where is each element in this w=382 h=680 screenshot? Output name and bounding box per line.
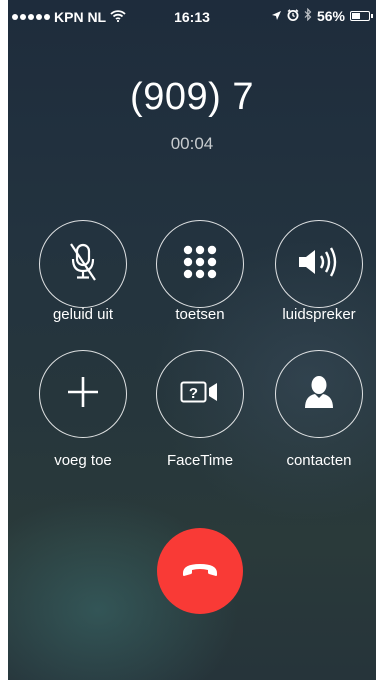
alarm-icon [287,8,299,24]
call-number: (909) 7 [130,76,254,118]
speaker-label: luidspreker [282,306,356,323]
facetime-label: FaceTime [166,452,234,469]
facetime-button[interactable]: ? [156,350,244,438]
microphone-muted-icon [66,242,100,287]
end-call-phone-icon [181,561,219,582]
battery-percentage: 56% [316,8,345,24]
keypad-button[interactable] [156,220,244,308]
call-duration: 00:04 [170,134,214,153]
add-call-label: voeg toe [54,452,112,469]
bluetooth-icon [304,7,312,24]
speaker-button[interactable] [275,220,363,308]
mute-button[interactable] [39,220,127,308]
contacts-button[interactable] [275,350,363,438]
svg-text:?: ? [189,385,198,402]
location-arrow-icon [271,8,282,24]
status-right: 56% [271,7,373,24]
mute-label: geluid uit [52,306,114,323]
facetime-unknown-icon: ? [180,381,220,408]
call-screen: KPN NL 16:13 56% (909) 7 00:04 geluid ui… [8,0,376,680]
speaker-icon [297,246,341,282]
add-call-button[interactable] [39,350,127,438]
end-call-button[interactable] [157,528,243,614]
contact-silhouette-icon [304,375,334,414]
keypad-icon [182,244,218,285]
status-bar: KPN NL 16:13 56% [8,0,376,36]
contacts-label: contacten [286,452,352,469]
keypad-label: toetsen [175,306,225,323]
battery-icon [350,11,373,21]
plus-icon [67,376,99,413]
